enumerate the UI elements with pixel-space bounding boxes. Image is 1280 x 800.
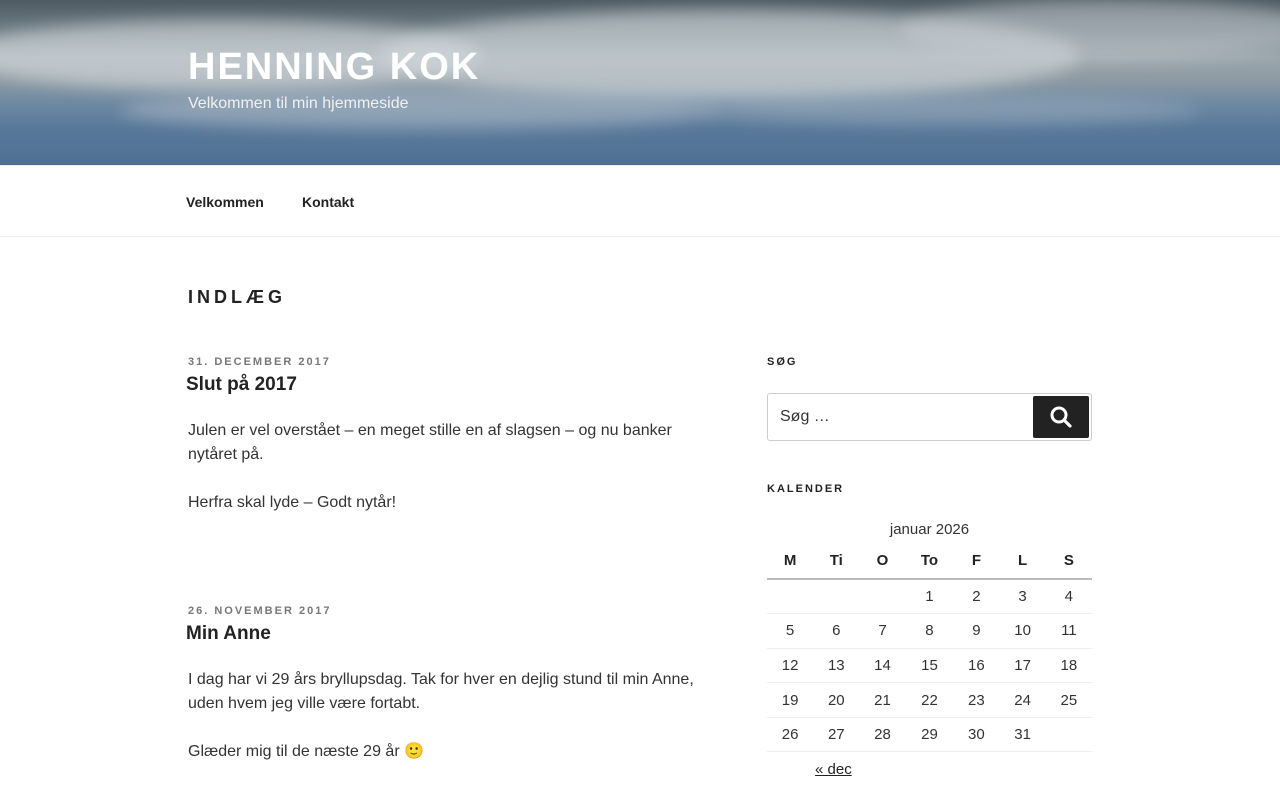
- calendar-weekday: To: [905, 543, 954, 580]
- calendar-week-row: 19 20 21 22 23 24 25: [767, 682, 1092, 718]
- calendar-day: 24: [999, 682, 1046, 718]
- calendar-day: 9: [953, 613, 1000, 649]
- calendar-day: 18: [1045, 648, 1092, 684]
- calendar-day: 13: [813, 648, 860, 684]
- calendar-day: 1: [905, 579, 954, 615]
- nav-item-kontakt[interactable]: Kontakt: [302, 194, 354, 210]
- calendar-day: [813, 579, 860, 615]
- calendar-day: 23: [953, 682, 1000, 718]
- calendar-day: 2: [953, 579, 1000, 615]
- calendar-day: 25: [1045, 682, 1092, 718]
- nav-item-velkommen[interactable]: Velkommen: [186, 194, 264, 210]
- calendar-day: 14: [859, 648, 906, 684]
- calendar-prev-month-link[interactable]: « dec: [815, 761, 852, 778]
- calendar-day: 4: [1045, 579, 1092, 615]
- post-paragraph: Glæder mig til de næste 29 år 🙂: [188, 743, 425, 760]
- header-cloud: [700, 95, 1200, 125]
- calendar-day: 7: [859, 613, 906, 649]
- search-button[interactable]: [1033, 396, 1089, 438]
- post-date[interactable]: 31. DECEMBER 2017: [188, 356, 718, 368]
- site-header: HENNING KOK Velkommen til min hjemmeside: [0, 0, 1280, 165]
- calendar-weekday: S: [1045, 543, 1092, 580]
- search-widget-title: SØG: [767, 356, 798, 368]
- calendar-day: 30: [953, 717, 1000, 753]
- calendar-day: 6: [813, 613, 860, 649]
- calendar-week-row: 12 13 14 15 16 17 18: [767, 648, 1092, 684]
- calendar-day: 19: [767, 682, 814, 718]
- post: 26. NOVEMBER 2017 Min Anne I dag har vi …: [186, 605, 718, 764]
- calendar-day: 22: [905, 682, 954, 718]
- post-title[interactable]: Min Anne: [186, 623, 718, 645]
- calendar-day: 10: [999, 613, 1046, 649]
- calendar-weekday: O: [859, 543, 906, 580]
- calendar-week-row: 5 6 7 8 9 10 11: [767, 613, 1092, 649]
- calendar-day: [1045, 717, 1092, 753]
- post-paragraph: I dag har vi 29 års bryllupsdag. Tak for…: [188, 671, 694, 712]
- calendar-day: [767, 579, 814, 615]
- calendar-day: 29: [905, 717, 954, 753]
- main-navigation: Velkommen Kontakt: [0, 165, 1280, 237]
- calendar-table: januar 2026 M Ti O To F L S 1 2 3 4 5 6 …: [767, 521, 1092, 753]
- site-title[interactable]: HENNING KOK: [188, 46, 480, 89]
- search-icon: [1050, 406, 1072, 428]
- page-title: INDLÆG: [188, 287, 286, 307]
- calendar-weekday-row: M Ti O To F L S: [767, 543, 1092, 580]
- calendar-day: 26: [767, 717, 814, 753]
- calendar-day: 3: [999, 579, 1046, 615]
- post-title[interactable]: Slut på 2017: [186, 374, 718, 396]
- search-form: [767, 393, 1092, 441]
- calendar-day: 11: [1045, 613, 1092, 649]
- calendar-day: 8: [905, 613, 954, 649]
- search-input[interactable]: [768, 394, 1030, 440]
- calendar-week-row: 26 27 28 29 30 31: [767, 717, 1092, 753]
- post: 31. DECEMBER 2017 Slut på 2017 Julen er …: [186, 356, 718, 515]
- post-date[interactable]: 26. NOVEMBER 2017: [188, 605, 718, 617]
- calendar-weekday: Ti: [813, 543, 860, 580]
- calendar-week-row: 1 2 3 4: [767, 579, 1092, 615]
- calendar-day: 16: [953, 648, 1000, 684]
- calendar-day: 5: [767, 613, 814, 649]
- post-paragraph: Julen er vel overstået – en meget stille…: [188, 422, 672, 463]
- site-description: Velkommen til min hjemmeside: [188, 95, 409, 112]
- calendar-day: 21: [859, 682, 906, 718]
- calendar-day: 27: [813, 717, 860, 753]
- calendar-weekday: M: [767, 543, 814, 580]
- calendar-weekday: L: [999, 543, 1046, 580]
- post-paragraph: Herfra skal lyde – Godt nytår!: [188, 494, 397, 511]
- calendar-weekday: F: [953, 543, 1000, 580]
- calendar-day: 20: [813, 682, 860, 718]
- calendar-day: 31: [999, 717, 1046, 753]
- calendar-day: 15: [905, 648, 954, 684]
- calendar-day: 17: [999, 648, 1046, 684]
- calendar-caption: januar 2026: [889, 521, 970, 538]
- calendar-day: 28: [859, 717, 906, 753]
- calendar-day: [859, 579, 906, 615]
- calendar-widget-title: KALENDER: [767, 483, 845, 495]
- calendar-day: 12: [767, 648, 814, 684]
